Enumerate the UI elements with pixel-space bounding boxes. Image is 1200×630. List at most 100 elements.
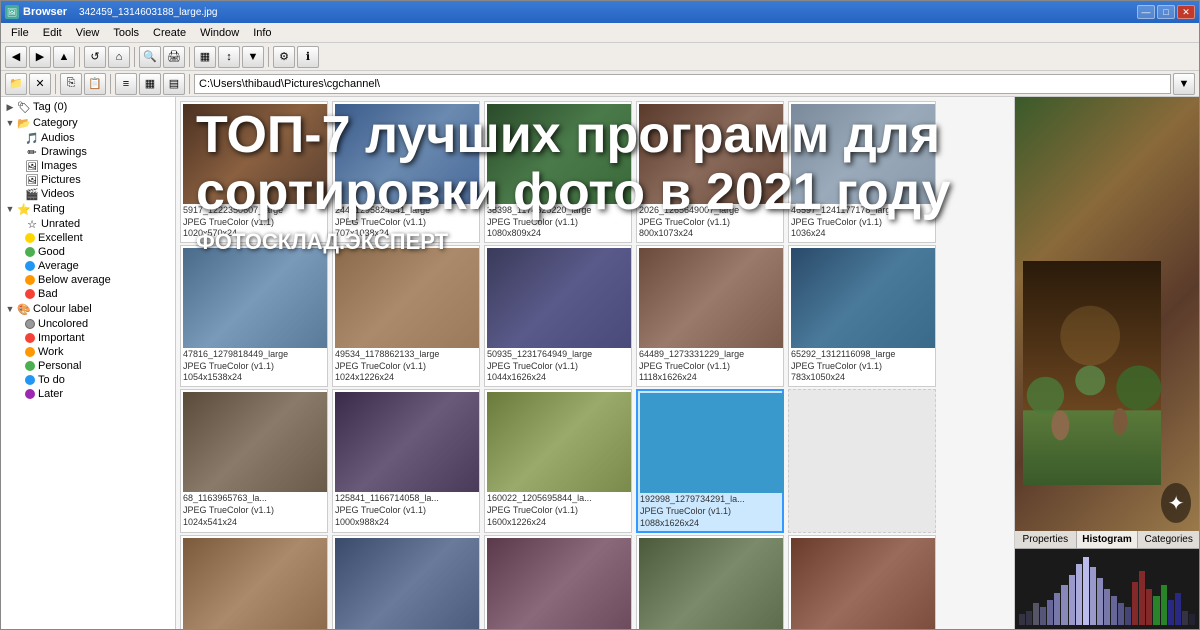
sidebar-item-bad[interactable]: Bad [1, 287, 175, 301]
refresh-button[interactable]: ↺ [84, 46, 106, 68]
hist-bar-r1 [1132, 582, 1138, 625]
thumb-size-47816: 1054x1538x24 [183, 372, 325, 384]
thumb-5917[interactable]: 5917_1222350607_large JPEG TrueColor (v1… [180, 101, 328, 243]
maximize-button[interactable]: □ [1157, 5, 1175, 19]
menu-edit[interactable]: Edit [37, 26, 68, 40]
thumb-2026[interactable]: 2026_1265649007_large JPEG TrueColor (v1… [636, 101, 784, 243]
info-button[interactable]: ℹ [297, 46, 319, 68]
thumb-65292[interactable]: 65292_1312116098_large JPEG TrueColor (v… [788, 245, 936, 387]
images-icon: 🖼 [25, 160, 39, 172]
thumb-img-232407 [639, 538, 783, 629]
sidebar-item-work[interactable]: Work [1, 345, 175, 359]
thumb-49534[interactable]: 49534_1178862133_large JPEG TrueColor (v… [332, 245, 480, 387]
thumb-46597[interactable]: 46597_1241177178_large JPEG TrueColor (v… [788, 101, 936, 243]
thumb-38398[interactable]: 38398_1174625220_large JPEG TrueColor (v… [484, 101, 632, 243]
thumb-img-160022 [487, 392, 631, 492]
browser-tab-label[interactable]: Browser [23, 6, 67, 18]
toolbar2: 📁 ✕ ⎘ 📋 ≡ ▦ ▤ ▼ [1, 71, 1199, 97]
thumb-img-125841 [335, 392, 479, 492]
sidebar-item-colour-label[interactable]: ▼ 🎨 Colour label [1, 301, 175, 317]
back-button[interactable]: ◀ [5, 46, 27, 68]
thumb-47816[interactable]: 47816_1279818449_large JPEG TrueColor (v… [180, 245, 328, 387]
sort-button[interactable]: ↕ [218, 46, 240, 68]
drawings-label: Drawings [41, 146, 87, 158]
thumb-125841[interactable]: 125841_1166714058_la... JPEG TrueColor (… [332, 389, 480, 533]
hist-bar-15 [1118, 603, 1124, 625]
sidebar-item-below-average[interactable]: Below average [1, 273, 175, 287]
forward-button[interactable]: ▶ [29, 46, 51, 68]
menu-file[interactable]: File [5, 26, 35, 40]
new-folder-button[interactable]: 📁 [5, 73, 27, 95]
thumb-50935[interactable]: 50935_1231764949_large JPEG TrueColor (v… [484, 245, 632, 387]
address-input[interactable] [194, 74, 1171, 94]
thumb-type-244: JPEG TrueColor (v1.1) [335, 217, 477, 229]
hist-bar-4 [1040, 607, 1046, 625]
tab-properties[interactable]: Properties [1015, 531, 1077, 548]
thumb-244[interactable]: 244_1295824541_large JPEG TrueColor (v1.… [332, 101, 480, 243]
view-list-button[interactable]: ≡ [115, 73, 137, 95]
home-button[interactable]: ⌂ [108, 46, 130, 68]
sidebar-item-average[interactable]: Average [1, 259, 175, 273]
tag-folder-icon: 🏷 [17, 101, 31, 113]
sidebar-item-personal[interactable]: Personal [1, 359, 175, 373]
toolbar-sep-2 [134, 47, 135, 67]
bad-label: Bad [38, 288, 58, 300]
address-go-button[interactable]: ▼ [1173, 73, 1195, 95]
sidebar-item-excellent[interactable]: Excellent [1, 231, 175, 245]
menu-info[interactable]: Info [247, 26, 277, 40]
sidebar-item-pictures[interactable]: 🖼 Pictures [1, 173, 175, 187]
sidebar-item-todo[interactable]: To do [1, 373, 175, 387]
thumb-227196[interactable]: 227196_1212816786_la... JPEG TrueColor (… [484, 535, 632, 629]
preview-image: ✦ [1015, 97, 1199, 531]
thumb-info-38398: 38398_1174625220_large JPEG TrueColor (v… [487, 205, 629, 240]
unrated-label: Unrated [41, 218, 80, 230]
hist-bar-b1 [1168, 600, 1174, 625]
menu-view[interactable]: View [70, 26, 106, 40]
thumb-fname-64489: 64489_1273331229_large [639, 349, 781, 361]
thumb-64489[interactable]: 64489_1273331229_large JPEG TrueColor (v… [636, 245, 784, 387]
close-button[interactable]: ✕ [1177, 5, 1195, 19]
menu-create[interactable]: Create [147, 26, 192, 40]
thumb-193080[interactable]: 193080_1180812449_la... JPEG TrueColor (… [180, 535, 328, 629]
tab-categories[interactable]: Categories [1138, 531, 1199, 548]
minimize-button[interactable]: — [1137, 5, 1155, 19]
copy-button[interactable]: ⎘ [60, 73, 82, 95]
view-thumb-button[interactable]: ▦ [139, 73, 161, 95]
delete-button[interactable]: ✕ [29, 73, 51, 95]
sidebar-item-good[interactable]: Good [1, 245, 175, 259]
menu-window[interactable]: Window [194, 26, 245, 40]
sidebar-item-images[interactable]: 🖼 Images [1, 159, 175, 173]
hist-bar-9 [1076, 564, 1082, 625]
sidebar-item-tag[interactable]: ▶ 🏷 Tag (0) [1, 99, 175, 115]
menu-tools[interactable]: Tools [107, 26, 145, 40]
view-detail-button[interactable]: ▤ [163, 73, 185, 95]
sidebar-item-rating[interactable]: ▼ ⭐ Rating [1, 201, 175, 217]
sidebar-item-category[interactable]: ▼ 📂 Category [1, 115, 175, 131]
thumb-fname-2026: 2026_1265649007_large [639, 205, 781, 217]
tab-histogram[interactable]: Histogram [1077, 531, 1139, 548]
toolbar-sep-5 [55, 74, 56, 94]
thumb-192998[interactable]: 192998_1279734291_la... JPEG TrueColor (… [636, 389, 784, 533]
filter-button[interactable]: ▼ [242, 46, 264, 68]
preview-svg [1023, 223, 1161, 523]
search-button[interactable]: 🔍 [139, 46, 161, 68]
sidebar-item-unrated[interactable]: ☆ Unrated [1, 217, 175, 231]
thumb-244895[interactable]: 244895_1191333321_la... JPEG TrueColor (… [788, 535, 936, 629]
thumb-232407[interactable]: 232407_1327395565_la... JPEG TrueColor (… [636, 535, 784, 629]
thumb-68[interactable]: 68_1163965763_la... JPEG TrueColor (v1.1… [180, 389, 328, 533]
thumb-218717[interactable]: 218717_1310767180_la... JPEG TrueColor (… [332, 535, 480, 629]
sidebar-item-drawings[interactable]: ✏ Drawings [1, 145, 175, 159]
sidebar-item-important[interactable]: Important [1, 331, 175, 345]
thumb-160022[interactable]: 160022_1205695844_la... JPEG TrueColor (… [484, 389, 632, 533]
thumb-fname-47816: 47816_1279818449_large [183, 349, 325, 361]
sidebar-item-videos[interactable]: 🎬 Videos [1, 187, 175, 201]
up-button[interactable]: ▲ [53, 46, 75, 68]
paste-button[interactable]: 📋 [84, 73, 106, 95]
settings-button[interactable]: ⚙ [273, 46, 295, 68]
view-button[interactable]: ▦ [194, 46, 216, 68]
sidebar-item-audios[interactable]: 🎵 Audios [1, 131, 175, 145]
print-button[interactable]: 🖨 [163, 46, 185, 68]
thumb-fname-125841: 125841_1166714058_la... [335, 493, 477, 505]
sidebar-item-uncolored[interactable]: Uncolored [1, 317, 175, 331]
sidebar-item-later[interactable]: Later [1, 387, 175, 401]
